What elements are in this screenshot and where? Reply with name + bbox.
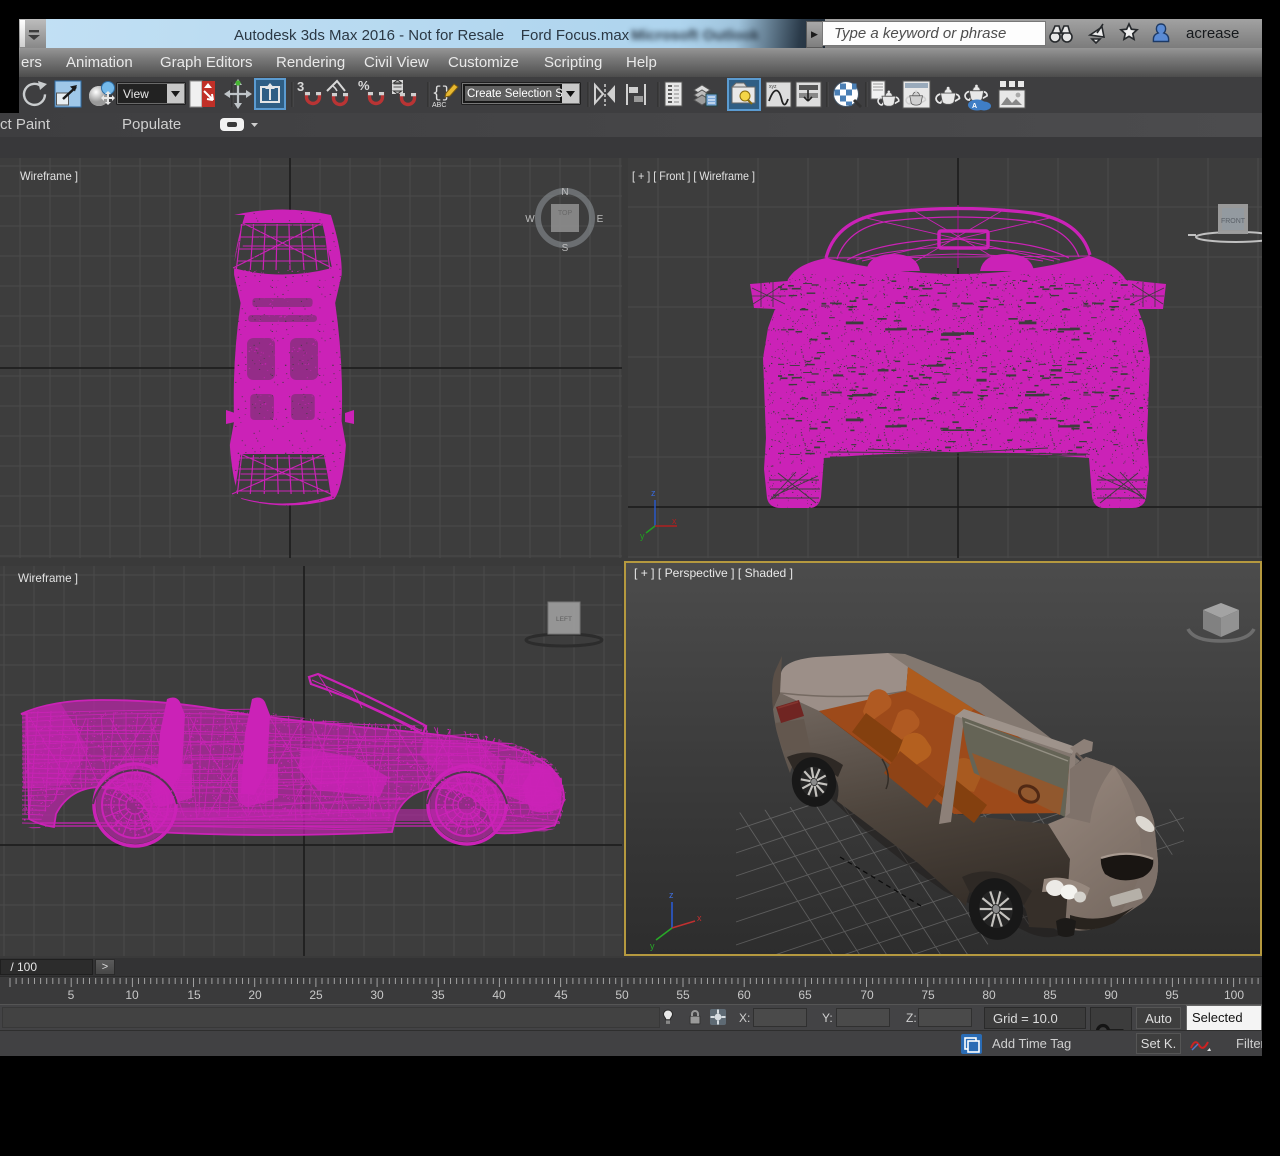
svg-text:5: 5 xyxy=(68,988,75,1002)
svg-text:45: 45 xyxy=(554,988,568,1002)
svg-text:x: x xyxy=(672,516,677,526)
svg-text:LEFT: LEFT xyxy=(556,616,572,623)
svg-text:FRONT: FRONT xyxy=(1221,218,1246,225)
svg-text:S: S xyxy=(562,243,569,254)
svg-text:60: 60 xyxy=(737,988,751,1002)
svg-text:80: 80 xyxy=(982,988,996,1002)
svg-text:A: A xyxy=(972,103,977,110)
svg-text:10: 10 xyxy=(125,988,139,1002)
svg-text:z: z xyxy=(651,488,656,498)
svg-text:15: 15 xyxy=(187,988,201,1002)
svg-text:75: 75 xyxy=(921,988,935,1002)
svg-text:[ + ] [ Front ] [ Wireframe ]: [ + ] [ Front ] [ Wireframe ] xyxy=(632,169,755,183)
svg-text:z: z xyxy=(669,890,674,900)
svg-text:W: W xyxy=(525,214,535,225)
svg-text:65: 65 xyxy=(798,988,812,1002)
svg-text:xyz: xyz xyxy=(769,84,777,90)
svg-text:View: View xyxy=(123,87,149,101)
svg-text:Create Selection S: Create Selection S xyxy=(467,88,563,100)
svg-text:x: x xyxy=(697,913,702,923)
svg-text:95: 95 xyxy=(1165,988,1179,1002)
svg-text:[ + ] [ Perspective ] [ Shaded: [ + ] [ Perspective ] [ Shaded ] xyxy=(634,566,793,580)
svg-text:50: 50 xyxy=(615,988,629,1002)
svg-text:Wireframe ]: Wireframe ] xyxy=(18,571,78,585)
svg-text:N: N xyxy=(561,187,568,198)
svg-text:%: % xyxy=(358,78,370,93)
svg-text:TOP: TOP xyxy=(558,210,573,217)
svg-text:20: 20 xyxy=(248,988,262,1002)
svg-text:ABC: ABC xyxy=(432,102,446,109)
svg-text:40: 40 xyxy=(492,988,506,1002)
svg-text:85: 85 xyxy=(1043,988,1057,1002)
svg-text:30: 30 xyxy=(370,988,384,1002)
svg-text:y: y xyxy=(650,941,655,951)
svg-text:55: 55 xyxy=(676,988,690,1002)
svg-text:25: 25 xyxy=(309,988,323,1002)
svg-text:Wireframe ]: Wireframe ] xyxy=(20,169,78,183)
svg-text:E: E xyxy=(597,214,604,225)
svg-text:100: 100 xyxy=(1224,988,1244,1002)
svg-text:70: 70 xyxy=(860,988,874,1002)
svg-text:3: 3 xyxy=(297,79,304,94)
svg-text:y: y xyxy=(640,531,645,541)
svg-text:35: 35 xyxy=(431,988,445,1002)
svg-text:90: 90 xyxy=(1104,988,1118,1002)
